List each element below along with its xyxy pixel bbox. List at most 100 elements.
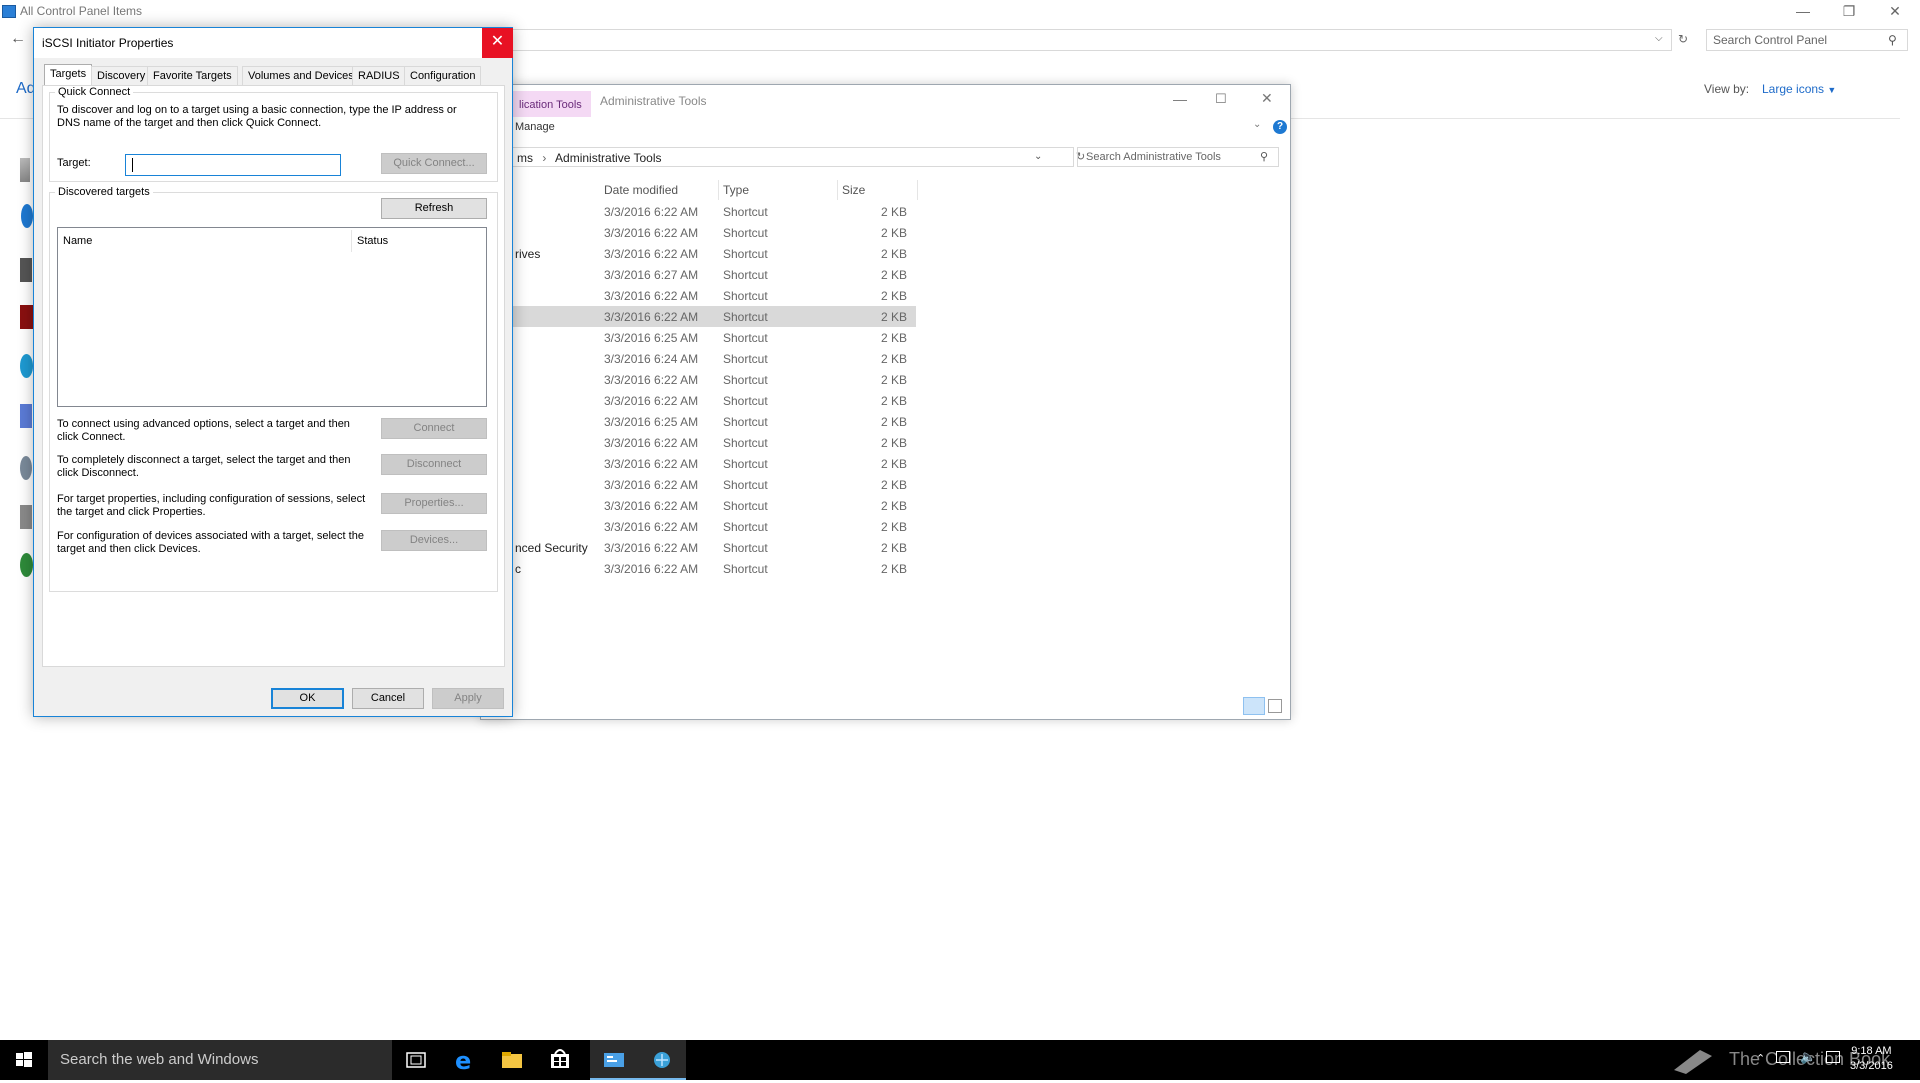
- tab-configuration[interactable]: Configuration: [404, 66, 482, 86]
- item-icon-5[interactable]: [20, 354, 33, 378]
- tab-discovery[interactable]: Discovery: [91, 66, 152, 86]
- cell-size: 2 KB: [881, 520, 908, 534]
- apply-button[interactable]: Apply: [432, 688, 504, 709]
- control-panel-titlebar: All Control Panel Items — ❐ ✕: [0, 0, 1920, 24]
- column-type[interactable]: Type: [719, 180, 838, 200]
- disconnect-button[interactable]: Disconnect: [381, 454, 487, 475]
- item-icon-9[interactable]: [20, 553, 33, 577]
- breadcrumb-prefix[interactable]: ms: [517, 151, 533, 165]
- table-row[interactable]: 3/3/2016 6:25 AM Shortcut 2 KB: [511, 327, 916, 348]
- table-row[interactable]: 3/3/2016 6:22 AM Shortcut 2 KB: [511, 495, 916, 516]
- address-dropdown-icon[interactable]: ⌵: [1655, 33, 1663, 44]
- maximize-icon[interactable]: ☐: [1215, 91, 1227, 107]
- table-row[interactable]: nced Security 3/3/2016 6:22 AM Shortcut 2 K…: [511, 537, 916, 558]
- details-view-icon[interactable]: [1243, 697, 1265, 715]
- control-panel-search-input[interactable]: Search Control Panel: [1706, 29, 1908, 51]
- store-icon[interactable]: [536, 1040, 584, 1080]
- table-row[interactable]: 3/3/2016 6:22 AM Shortcut 2 KB: [511, 516, 916, 537]
- restore-icon[interactable]: ❐: [1826, 0, 1872, 24]
- table-row[interactable]: 3/3/2016 6:22 AM Shortcut 2 KB: [511, 474, 916, 495]
- manage-ribbon-item[interactable]: Manage: [515, 121, 555, 133]
- volume-icon[interactable]: 🔈: [1800, 1049, 1816, 1065]
- explorer-address-bar[interactable]: ms › Administrative Tools ⌄ ↻: [511, 147, 1085, 167]
- view-by-dropdown[interactable]: Large icons ▼: [1762, 82, 1836, 96]
- search-icon[interactable]: ⚲: [1888, 33, 1897, 47]
- minimize-icon[interactable]: —: [1173, 91, 1187, 107]
- edge-browser-icon[interactable]: e: [440, 1040, 488, 1080]
- explorer-search-input[interactable]: Search Administrative Tools: [1077, 147, 1279, 167]
- properties-button[interactable]: Properties...: [381, 493, 487, 514]
- item-icon-1[interactable]: [20, 158, 30, 182]
- tab-radius[interactable]: RADIUS: [352, 66, 406, 86]
- list-header-name[interactable]: Name: [58, 230, 352, 252]
- help-icon[interactable]: ?: [1273, 120, 1287, 134]
- tab-favorite-targets[interactable]: Favorite Targets: [147, 66, 238, 86]
- ribbon-expand-icon[interactable]: ⌄: [1253, 119, 1261, 130]
- table-row[interactable]: 3/3/2016 6:22 AM Shortcut 2 KB: [511, 222, 916, 243]
- cell-date-modified: 3/3/2016 6:22 AM: [604, 499, 699, 513]
- item-icon-4[interactable]: [20, 305, 33, 329]
- windows-start-icon[interactable]: [0, 1040, 48, 1080]
- cancel-button[interactable]: Cancel: [352, 688, 424, 709]
- show-hidden-icons-icon[interactable]: ⌃: [1756, 1052, 1765, 1065]
- cell-type: Shortcut: [723, 226, 768, 240]
- target-input[interactable]: [125, 154, 341, 176]
- table-row[interactable]: 3/3/2016 6:27 AM Shortcut 2 KB: [511, 264, 916, 285]
- quick-connect-button[interactable]: Quick Connect...: [381, 153, 487, 174]
- administrative-tools-title: Administrative Tools: [600, 94, 707, 108]
- table-row[interactable]: 3/3/2016 6:22 AM Shortcut 2 KB: [511, 285, 916, 306]
- cell-size: 2 KB: [881, 226, 908, 240]
- table-row[interactable]: 3/3/2016 6:22 AM Shortcut 2 KB: [511, 390, 916, 411]
- close-icon[interactable]: ✕: [1872, 0, 1918, 24]
- table-row[interactable]: 3/3/2016 6:24 AM Shortcut 2 KB: [511, 348, 916, 369]
- table-row[interactable]: 3/3/2016 6:22 AM Shortcut 2 KB: [511, 432, 916, 453]
- table-row[interactable]: 3/3/2016 6:22 AM Shortcut 2 KB: [511, 201, 916, 222]
- tab-volumes-and-devices[interactable]: Volumes and Devices: [242, 66, 360, 86]
- minimize-icon[interactable]: —: [1780, 0, 1826, 24]
- cell-size: 2 KB: [881, 541, 908, 555]
- refresh-button[interactable]: Refresh: [381, 198, 487, 219]
- taskbar-clock[interactable]: 9:18 AM 3/3/2016: [1850, 1044, 1893, 1074]
- table-row[interactable]: rives 3/3/2016 6:22 AM Shortcut 2 KB: [511, 243, 916, 264]
- discovered-targets-list[interactable]: Name Status: [57, 227, 487, 407]
- table-row[interactable]: 3/3/2016 6:22 AM Shortcut 2 KB: [511, 369, 916, 390]
- back-arrow-icon[interactable]: ←: [10, 30, 26, 48]
- list-header-status[interactable]: Status: [352, 230, 486, 252]
- breadcrumb-current[interactable]: Administrative Tools: [555, 151, 662, 165]
- item-icon-8[interactable]: [20, 505, 32, 529]
- tab-targets[interactable]: Targets: [44, 64, 93, 86]
- task-view-icon[interactable]: [392, 1040, 440, 1080]
- cell-date-modified: 3/3/2016 6:22 AM: [604, 247, 699, 261]
- application-tools-tab[interactable]: lication Tools: [513, 91, 591, 117]
- iscsi-initiator-dialog: iSCSI Initiator Properties ✕ Targets Dis…: [33, 27, 513, 717]
- item-icon-6[interactable]: [20, 404, 32, 428]
- item-icon-2[interactable]: [21, 204, 33, 228]
- column-size[interactable]: Size: [838, 180, 918, 200]
- address-dropdown-icon[interactable]: ⌄: [1034, 151, 1042, 162]
- refresh-icon[interactable]: ↻: [1678, 32, 1688, 46]
- book-watermark-icon: [1670, 1046, 1716, 1076]
- table-row[interactable]: 3/3/2016 6:22 AM Shortcut 2 KB: [511, 453, 916, 474]
- cell-date-modified: 3/3/2016 6:22 AM: [604, 562, 699, 576]
- item-icon-7[interactable]: [20, 456, 32, 480]
- search-icon[interactable]: ⚲: [1260, 150, 1268, 163]
- dialog-close-icon[interactable]: ✕: [482, 28, 513, 58]
- table-row[interactable]: 3/3/2016 6:22 AM Shortcut 2 KB: [511, 306, 916, 327]
- connect-button[interactable]: Connect: [381, 418, 487, 439]
- column-date-modified[interactable]: Date modified: [600, 180, 719, 200]
- action-center-icon[interactable]: [1826, 1051, 1840, 1063]
- table-row[interactable]: c 3/3/2016 6:22 AM Shortcut 2 KB: [511, 558, 916, 579]
- large-icons-view-icon[interactable]: [1268, 699, 1282, 713]
- item-icon-3[interactable]: [20, 258, 32, 282]
- cell-size: 2 KB: [881, 352, 908, 366]
- control-panel-taskbar-icon[interactable]: [590, 1040, 638, 1080]
- close-icon[interactable]: ✕: [1261, 90, 1273, 107]
- taskbar-search-input[interactable]: Search the web and Windows: [48, 1040, 392, 1080]
- table-row[interactable]: 3/3/2016 6:25 AM Shortcut 2 KB: [511, 411, 916, 432]
- control-panel-address-bar[interactable]: ⌵: [512, 29, 1672, 51]
- ok-button[interactable]: OK: [271, 688, 344, 709]
- devices-button[interactable]: Devices...: [381, 530, 487, 551]
- iscsi-initiator-taskbar-icon[interactable]: [638, 1040, 686, 1080]
- file-explorer-icon[interactable]: [488, 1040, 536, 1080]
- network-icon[interactable]: [1776, 1051, 1790, 1063]
